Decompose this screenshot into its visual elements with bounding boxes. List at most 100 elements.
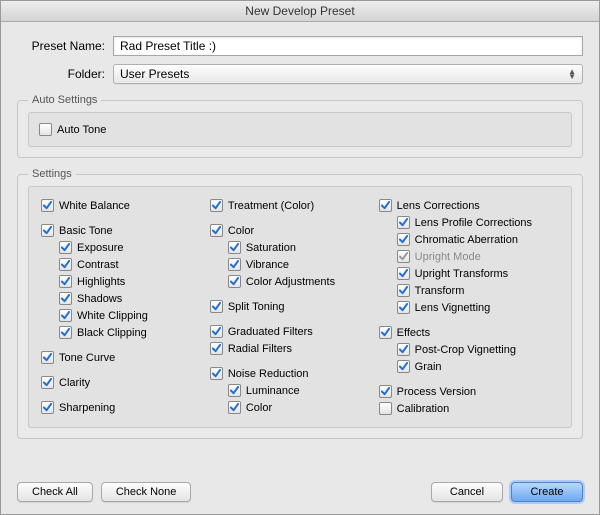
checkbox-icon xyxy=(397,233,410,246)
black-clipping-checkbox[interactable]: Black Clipping xyxy=(59,324,198,341)
updown-icon: ▲▼ xyxy=(568,69,576,79)
checkbox-icon xyxy=(210,342,223,355)
check-none-button[interactable]: Check None xyxy=(101,482,192,502)
checkbox-icon xyxy=(39,123,52,136)
cancel-button[interactable]: Cancel xyxy=(431,482,503,502)
checkbox-label: Vibrance xyxy=(246,259,289,271)
transform-checkbox[interactable]: Transform xyxy=(397,282,559,299)
checkbox-icon xyxy=(228,241,241,254)
shadows-checkbox[interactable]: Shadows xyxy=(59,290,198,307)
exposure-checkbox[interactable]: Exposure xyxy=(59,239,198,256)
radial-filters-checkbox[interactable]: Radial Filters xyxy=(210,340,367,357)
checkbox-label: Clarity xyxy=(59,377,90,389)
checkbox-label: Basic Tone xyxy=(59,225,113,237)
checkbox-label: Transform xyxy=(415,285,465,297)
settings-col-2: Treatment (Color) Color Saturation Vibra… xyxy=(210,197,367,417)
checkbox-icon xyxy=(210,199,223,212)
dialog-footer: Check All Check None Cancel Create xyxy=(17,482,583,502)
color-nr-checkbox[interactable]: Color xyxy=(228,399,367,416)
auto-settings-legend: Auto Settings xyxy=(28,94,101,106)
preset-name-input[interactable] xyxy=(113,36,583,56)
checkbox-icon xyxy=(397,216,410,229)
basic-tone-checkbox[interactable]: Basic Tone xyxy=(41,222,198,239)
checkbox-label: Exposure xyxy=(77,242,123,254)
treatment-checkbox[interactable]: Treatment (Color) xyxy=(210,197,367,214)
checkbox-icon xyxy=(397,301,410,314)
chromatic-aberration-checkbox[interactable]: Chromatic Aberration xyxy=(397,231,559,248)
clarity-checkbox[interactable]: Clarity xyxy=(41,374,198,391)
checkbox-icon xyxy=(397,250,410,263)
color-checkbox[interactable]: Color xyxy=(210,222,367,239)
post-crop-vignetting-checkbox[interactable]: Post-Crop Vignetting xyxy=(397,341,559,358)
dialog-content: Preset Name: Folder: User Presets ▲▼ Aut… xyxy=(1,22,599,459)
checkbox-icon xyxy=(397,267,410,280)
noise-reduction-checkbox[interactable]: Noise Reduction xyxy=(210,365,367,382)
luminance-checkbox[interactable]: Luminance xyxy=(228,382,367,399)
lens-profile-corrections-checkbox[interactable]: Lens Profile Corrections xyxy=(397,214,559,231)
lens-corrections-checkbox[interactable]: Lens Corrections xyxy=(379,197,559,214)
checkbox-icon xyxy=(59,292,72,305)
checkbox-label: Luminance xyxy=(246,385,300,397)
sharpening-checkbox[interactable]: Sharpening xyxy=(41,399,198,416)
settings-col-3: Lens Corrections Lens Profile Correction… xyxy=(379,197,559,417)
checkbox-label: Noise Reduction xyxy=(228,368,309,380)
create-button[interactable]: Create xyxy=(511,482,583,502)
checkbox-label: Graduated Filters xyxy=(228,326,313,338)
auto-tone-checkbox[interactable]: Auto Tone xyxy=(39,121,561,138)
checkbox-label: Saturation xyxy=(246,242,296,254)
tone-curve-checkbox[interactable]: Tone Curve xyxy=(41,349,198,366)
split-toning-checkbox[interactable]: Split Toning xyxy=(210,298,367,315)
auto-settings-panel: Auto Tone xyxy=(28,112,572,147)
checkbox-label: Black Clipping xyxy=(77,327,147,339)
checkbox-label: Lens Profile Corrections xyxy=(415,217,532,229)
auto-settings-group: Auto Settings Auto Tone xyxy=(17,94,583,158)
check-all-button[interactable]: Check All xyxy=(17,482,93,502)
checkbox-icon xyxy=(228,401,241,414)
checkbox-icon xyxy=(210,325,223,338)
grain-checkbox[interactable]: Grain xyxy=(397,358,559,375)
checkbox-label: Treatment (Color) xyxy=(228,200,314,212)
checkbox-icon xyxy=(397,343,410,356)
checkbox-label: Radial Filters xyxy=(228,343,292,355)
checkbox-label: Contrast xyxy=(77,259,119,271)
settings-legend: Settings xyxy=(28,168,76,180)
checkbox-icon xyxy=(379,326,392,339)
folder-select[interactable]: User Presets ▲▼ xyxy=(113,64,583,84)
checkbox-label: Color Adjustments xyxy=(246,276,335,288)
window-title: New Develop Preset xyxy=(245,4,354,18)
checkbox-icon xyxy=(41,199,54,212)
highlights-checkbox[interactable]: Highlights xyxy=(59,273,198,290)
calibration-checkbox[interactable]: Calibration xyxy=(379,400,559,417)
checkbox-icon xyxy=(210,224,223,237)
checkbox-icon xyxy=(228,384,241,397)
color-adjustments-checkbox[interactable]: Color Adjustments xyxy=(228,273,367,290)
checkbox-icon xyxy=(397,360,410,373)
checkbox-icon xyxy=(228,258,241,271)
effects-checkbox[interactable]: Effects xyxy=(379,324,559,341)
white-balance-checkbox[interactable]: White Balance xyxy=(41,197,198,214)
checkbox-icon xyxy=(210,300,223,313)
checkbox-icon xyxy=(210,367,223,380)
folder-label: Folder: xyxy=(17,67,113,81)
checkbox-label: White Balance xyxy=(59,200,130,212)
folder-row: Folder: User Presets ▲▼ xyxy=(17,64,583,84)
checkbox-icon xyxy=(59,241,72,254)
checkbox-icon xyxy=(41,224,54,237)
checkbox-icon xyxy=(59,309,72,322)
upright-transforms-checkbox[interactable]: Upright Transforms xyxy=(397,265,559,282)
white-clipping-checkbox[interactable]: White Clipping xyxy=(59,307,198,324)
checkbox-label: Sharpening xyxy=(59,402,115,414)
left-buttons: Check All Check None xyxy=(17,482,191,502)
saturation-checkbox[interactable]: Saturation xyxy=(228,239,367,256)
checkbox-label: Upright Mode xyxy=(415,251,481,263)
contrast-checkbox[interactable]: Contrast xyxy=(59,256,198,273)
process-version-checkbox[interactable]: Process Version xyxy=(379,383,559,400)
graduated-filters-checkbox[interactable]: Graduated Filters xyxy=(210,323,367,340)
settings-panel: White Balance Basic Tone Exposure Contra… xyxy=(28,186,572,428)
auto-tone-label: Auto Tone xyxy=(57,124,106,136)
checkbox-label: Highlights xyxy=(77,276,125,288)
lens-vignetting-checkbox[interactable]: Lens Vignetting xyxy=(397,299,559,316)
window-titlebar: New Develop Preset xyxy=(1,1,599,22)
checkbox-label: Color xyxy=(228,225,254,237)
vibrance-checkbox[interactable]: Vibrance xyxy=(228,256,367,273)
